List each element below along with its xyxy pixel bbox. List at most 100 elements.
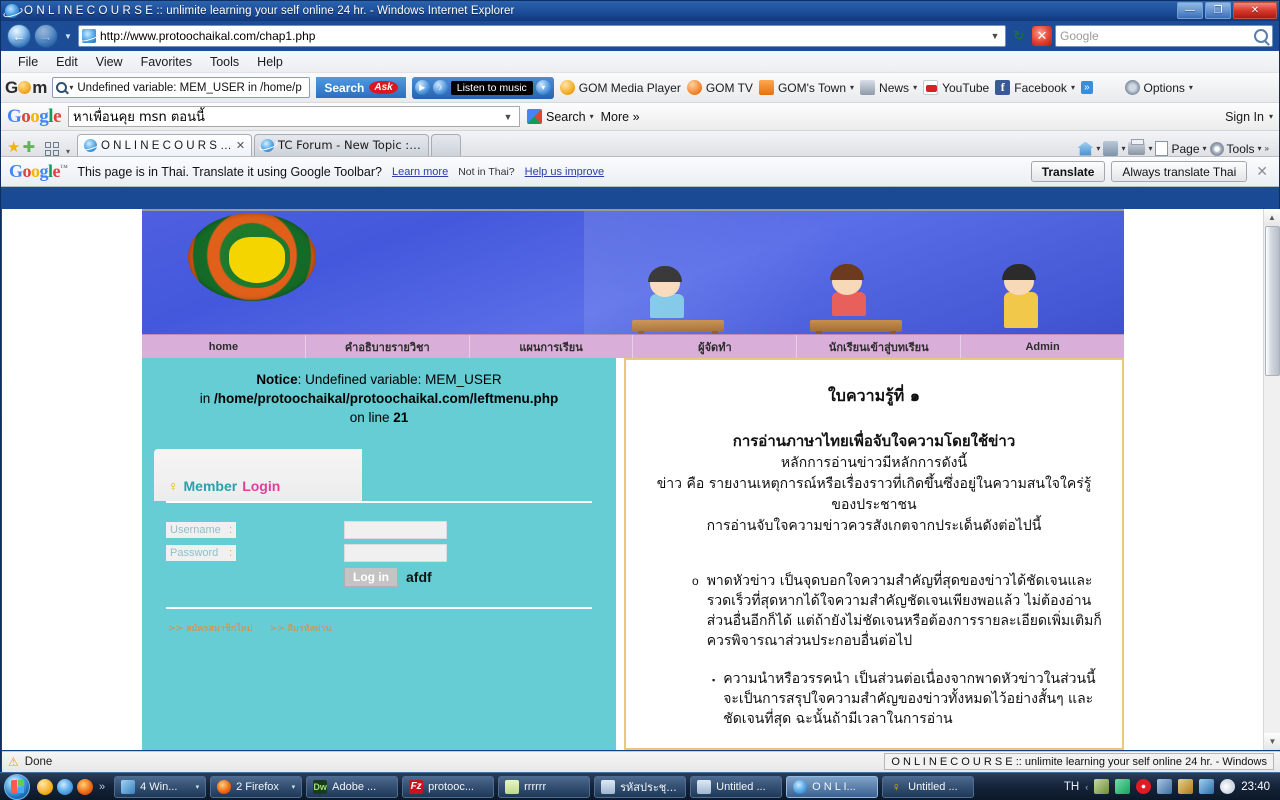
- google-search-input[interactable]: หาเพื่อนคุย msn ตอนนี้ ▼: [68, 106, 520, 127]
- taskbar-item-4-windows[interactable]: 4 Win... ▾: [114, 775, 207, 798]
- gom-music-widget[interactable]: ▶ ♪ Listen to music ▾: [411, 76, 554, 99]
- chevron-down-icon[interactable]: ▾: [535, 80, 551, 95]
- help-us-improve-link[interactable]: Help us improve: [525, 166, 604, 178]
- google-search-button[interactable]: Search ▾: [527, 109, 594, 124]
- language-indicator[interactable]: TH: [1064, 781, 1079, 793]
- login-button[interactable]: Log in: [344, 567, 398, 587]
- taskbar-item-onlinecourse[interactable]: O N L I...: [786, 775, 879, 798]
- address-dropdown-icon[interactable]: ▼: [988, 31, 1002, 41]
- tools-menu-button[interactable]: Tools ▾: [1209, 141, 1262, 156]
- chevron-down-icon[interactable]: ▾: [69, 83, 73, 92]
- forgot-password-link[interactable]: >> ลืมรหัสผ่าน: [269, 624, 331, 634]
- nav-item-admin[interactable]: Admin: [961, 335, 1124, 358]
- close-icon[interactable]: ✕: [1253, 163, 1271, 180]
- chevron-down-icon[interactable]: ▾: [1203, 144, 1207, 153]
- gom-icon[interactable]: [37, 778, 53, 795]
- tray-expand-icon[interactable]: ‹: [1085, 782, 1088, 792]
- add-favorite-icon[interactable]: ✚: [22, 138, 35, 156]
- new-tab-button[interactable]: [431, 134, 462, 156]
- chevron-down-icon[interactable]: ▾: [1258, 144, 1262, 153]
- tab-tc-forum[interactable]: TC Forum - New Topic :: ร...: [254, 134, 430, 156]
- feeds-button[interactable]: ▾: [1103, 141, 1125, 156]
- username-input[interactable]: [344, 521, 447, 539]
- quick-launch-overflow-icon[interactable]: »: [97, 781, 107, 793]
- register-link[interactable]: >> สมัครสมาชิกใหม่: [168, 624, 253, 634]
- taskbar-item-meeting-code[interactable]: รหัสประชุ...: [594, 775, 687, 798]
- tray-icon-1[interactable]: [1094, 779, 1110, 794]
- firefox-icon[interactable]: [77, 778, 93, 795]
- tray-icon-2[interactable]: [1115, 779, 1131, 794]
- maximize-button[interactable]: ❐: [1205, 2, 1231, 19]
- home-button[interactable]: ▾: [1077, 141, 1100, 156]
- tray-icon-volume[interactable]: [1220, 779, 1236, 794]
- taskbar-item-rrrrrr[interactable]: rrrrrr: [498, 775, 591, 798]
- play-icon[interactable]: ▶: [414, 80, 430, 95]
- gom-search-button[interactable]: Search Ask: [316, 77, 406, 98]
- close-button[interactable]: ✕: [1233, 2, 1277, 19]
- stop-icon[interactable]: ✕: [1032, 26, 1052, 46]
- google-more-button[interactable]: More »: [601, 110, 640, 124]
- gom-item-news[interactable]: News ▾: [860, 80, 917, 95]
- tab-onlinecourse[interactable]: O N L I N E C O U R S E ... ✕: [77, 134, 253, 156]
- chevron-down-icon[interactable]: ▾: [590, 112, 594, 121]
- chevron-down-icon[interactable]: ▾: [1269, 112, 1273, 121]
- internet-explorer-icon[interactable]: [57, 778, 73, 795]
- nav-item-authors[interactable]: ผู้จัดทำ: [633, 335, 798, 358]
- taskbar-item-untitled-1[interactable]: Untitled ...: [690, 775, 783, 798]
- gom-item-gom-media-player[interactable]: GOM Media Player: [559, 80, 681, 95]
- close-icon[interactable]: ✕: [236, 139, 245, 152]
- chevron-down-icon[interactable]: ▾: [1071, 83, 1075, 92]
- translate-button[interactable]: Translate: [1030, 161, 1106, 182]
- taskbar-item-untitled-2[interactable]: ♀ Untitled ...: [882, 775, 975, 798]
- toolbar-overflow-icon[interactable]: »: [1265, 144, 1269, 153]
- gom-overflow-button[interactable]: »: [1080, 81, 1093, 94]
- taskbar-item-firefox[interactable]: 2 Firefox ▾: [210, 775, 303, 798]
- nav-item-student-enter-lesson[interactable]: นักเรียนเข้าสู่บทเรียน: [797, 335, 962, 358]
- tray-icon-network[interactable]: [1199, 779, 1215, 794]
- tray-icon-5[interactable]: [1178, 779, 1194, 794]
- gom-item-goms-town[interactable]: GOM's Town ▾: [758, 80, 854, 95]
- back-button[interactable]: ←: [7, 24, 31, 48]
- menu-help[interactable]: Help: [248, 51, 292, 73]
- history-dropdown-icon[interactable]: ▼: [61, 32, 75, 41]
- forward-button[interactable]: →: [34, 24, 58, 48]
- chevron-down-icon[interactable]: ▾: [292, 783, 296, 791]
- start-button[interactable]: [4, 773, 30, 800]
- refresh-icon[interactable]: ↻: [1009, 28, 1029, 44]
- chevron-down-icon[interactable]: ▾: [1148, 144, 1152, 153]
- menu-edit[interactable]: Edit: [47, 51, 87, 73]
- favorites-star-icon[interactable]: ★: [7, 138, 20, 156]
- gom-search-input[interactable]: ▾ Undefined variable: MEM_USER in /home/…: [52, 77, 311, 98]
- menu-view[interactable]: View: [87, 51, 132, 73]
- volume-icon[interactable]: ♪: [432, 80, 448, 95]
- browser-search-input[interactable]: Google: [1055, 25, 1273, 47]
- password-input[interactable]: [344, 544, 447, 562]
- scroll-down-button[interactable]: ▼: [1264, 733, 1280, 750]
- quick-tabs-icon[interactable]: [45, 142, 60, 156]
- minimize-button[interactable]: —: [1177, 2, 1203, 19]
- chevron-down-icon[interactable]: ▾: [913, 83, 917, 92]
- tab-list-dropdown-icon[interactable]: ▾: [61, 147, 75, 156]
- page-menu-button[interactable]: Page ▾: [1155, 141, 1207, 156]
- page-scrollbar[interactable]: ▲ ▼: [1263, 209, 1280, 750]
- chevron-down-icon[interactable]: ▼: [501, 112, 515, 122]
- menu-favorites[interactable]: Favorites: [132, 51, 201, 73]
- scroll-up-button[interactable]: ▲: [1264, 209, 1280, 226]
- print-button[interactable]: ▾: [1128, 139, 1152, 155]
- gom-item-youtube[interactable]: YouTube: [923, 80, 989, 95]
- google-signin[interactable]: Sign In ▾: [1225, 110, 1273, 124]
- taskbar-item-protoochaikal[interactable]: Fz protooc...: [402, 775, 495, 798]
- address-input[interactable]: http://www.protoochaikal.com/chap1.php ▼: [78, 25, 1006, 47]
- learn-more-link[interactable]: Learn more: [392, 166, 448, 178]
- always-translate-button[interactable]: Always translate Thai: [1111, 161, 1248, 182]
- clock[interactable]: 23:40: [1241, 781, 1270, 793]
- taskbar-item-adobe[interactable]: Dw Adobe ...: [306, 775, 399, 798]
- tray-icon-4[interactable]: [1157, 779, 1173, 794]
- chevron-down-icon[interactable]: ▾: [850, 83, 854, 92]
- tray-icon-antivirus[interactable]: [1136, 779, 1152, 794]
- scrollbar-thumb[interactable]: [1265, 226, 1280, 376]
- gom-options-button[interactable]: Options ▾: [1124, 80, 1193, 95]
- menu-tools[interactable]: Tools: [201, 51, 248, 73]
- chevron-down-icon[interactable]: ▾: [1121, 144, 1125, 153]
- chevron-down-icon[interactable]: ▾: [1189, 83, 1193, 92]
